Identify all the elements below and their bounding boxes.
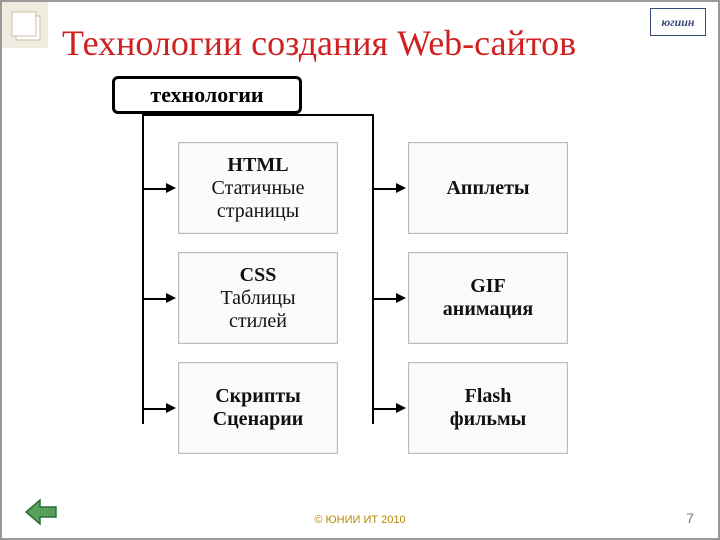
- leaf-flash: Flash фильмы: [408, 362, 568, 454]
- connector-line: [142, 114, 372, 116]
- page-title: Технологии создания Web-сайтов: [62, 24, 698, 64]
- leaf-label: HTML: [212, 154, 305, 177]
- corner-decoration: [2, 2, 48, 540]
- leaf-label: GIF: [443, 275, 533, 298]
- leaf-label: Сценарии: [213, 408, 304, 431]
- slide: югиин Технологии создания Web-сайтов тех…: [0, 0, 720, 540]
- arrow-icon: [166, 293, 176, 303]
- root-node-label: технологии: [150, 82, 263, 108]
- leaf-label: анимация: [443, 298, 533, 321]
- connector-line: [142, 408, 166, 410]
- leaf-css: CSS Таблицы стилей: [178, 252, 338, 344]
- connector-line: [372, 188, 396, 190]
- leaf-scripts: Скрипты Сценарии: [178, 362, 338, 454]
- footer-copyright: © ЮНИИ ИТ 2010: [2, 514, 718, 526]
- leaf-label: CSS: [220, 264, 295, 287]
- arrow-left-icon: [24, 498, 58, 526]
- leaf-label: страницы: [212, 200, 305, 223]
- connector-line: [142, 188, 166, 190]
- leaf-label: Flash: [450, 385, 526, 408]
- connector-line: [372, 298, 396, 300]
- connector-line: [372, 408, 396, 410]
- connector-line: [142, 298, 166, 300]
- leaf-applets: Апплеты: [408, 142, 568, 234]
- connector-line: [142, 114, 144, 424]
- leaf-label: стилей: [220, 310, 295, 333]
- arrow-icon: [166, 403, 176, 413]
- arrow-icon: [396, 403, 406, 413]
- page-number: 7: [686, 510, 694, 526]
- arrow-icon: [166, 183, 176, 193]
- leaf-label: Таблицы: [220, 287, 295, 310]
- root-node: технологии: [112, 76, 302, 114]
- arrow-icon: [396, 183, 406, 193]
- leaf-label: фильмы: [450, 408, 526, 431]
- nav-back-button[interactable]: [24, 498, 58, 526]
- leaf-label: Апплеты: [446, 177, 529, 200]
- leaf-label: Статичные: [212, 177, 305, 200]
- leaf-html: HTML Статичные страницы: [178, 142, 338, 234]
- leaf-label: Скрипты: [213, 385, 304, 408]
- connector-line: [372, 114, 374, 424]
- leaf-gif: GIF анимация: [408, 252, 568, 344]
- arrow-icon: [396, 293, 406, 303]
